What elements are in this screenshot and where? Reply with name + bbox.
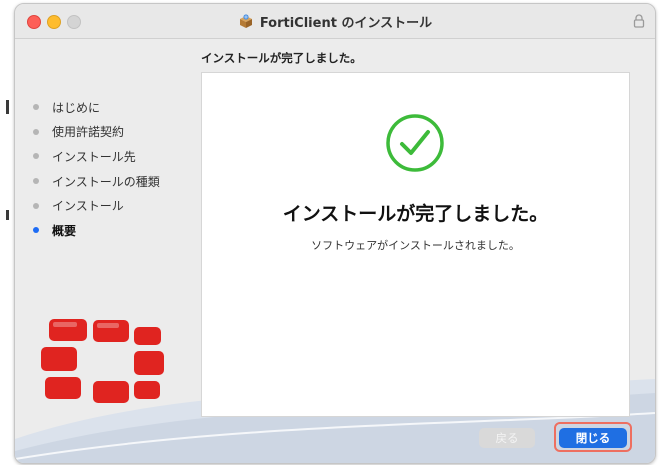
sidebar-step-license: 使用許諾契約: [33, 120, 160, 145]
installer-body: インストールが完了しました。 はじめに 使用許諾契約 インストール先 インストー…: [15, 39, 655, 463]
edge-mark: [6, 210, 9, 220]
step-bullet: [33, 202, 39, 209]
step-bullet: [33, 178, 39, 185]
back-button[interactable]: 戻る: [479, 428, 535, 448]
sidebar-step-introduction: はじめに: [33, 95, 160, 120]
title-bar[interactable]: FortiClient のインストール: [15, 4, 655, 39]
sidebar-step-installation: インストール: [33, 193, 160, 218]
sidebar-steps: はじめに 使用許諾契約 インストール先 インストールの種類 インストール 概要: [33, 95, 160, 243]
lock-icon: [633, 14, 645, 28]
completion-subtext: ソフトウェアがインストールされました。: [311, 239, 520, 252]
step-label: 概要: [52, 223, 77, 238]
step-bullet-active: [33, 227, 39, 234]
completion-headline: インストールが完了しました。: [282, 203, 549, 225]
sidebar-step-summary: 概要: [33, 218, 160, 243]
step-label: はじめに: [52, 100, 101, 115]
step-bullet: [33, 104, 39, 111]
background-edge: [0, 0, 14, 465]
window-title: FortiClient のインストール: [259, 15, 433, 31]
content-panel: インストールが完了しました。 ソフトウェアがインストールされました。: [201, 72, 630, 417]
edge-mark: [6, 100, 9, 114]
step-label: インストールの種類: [52, 174, 160, 189]
step-label: インストール: [52, 199, 124, 214]
step-label: インストール先: [52, 149, 136, 164]
checkmark-circle-icon: [386, 114, 444, 172]
installer-window: FortiClient のインストール インストールが完了しました。 はじめに …: [14, 3, 656, 464]
step-bullet: [33, 153, 39, 160]
sidebar-step-install-type: インストールの種類: [33, 169, 160, 194]
package-installer-icon: [239, 14, 252, 28]
close-button[interactable]: 閉じる: [559, 428, 627, 448]
step-label: 使用許諾契約: [52, 125, 125, 140]
step-title: インストールが完了しました。: [201, 51, 362, 65]
step-bullet: [33, 128, 39, 135]
sidebar-step-destination: インストール先: [33, 144, 160, 169]
